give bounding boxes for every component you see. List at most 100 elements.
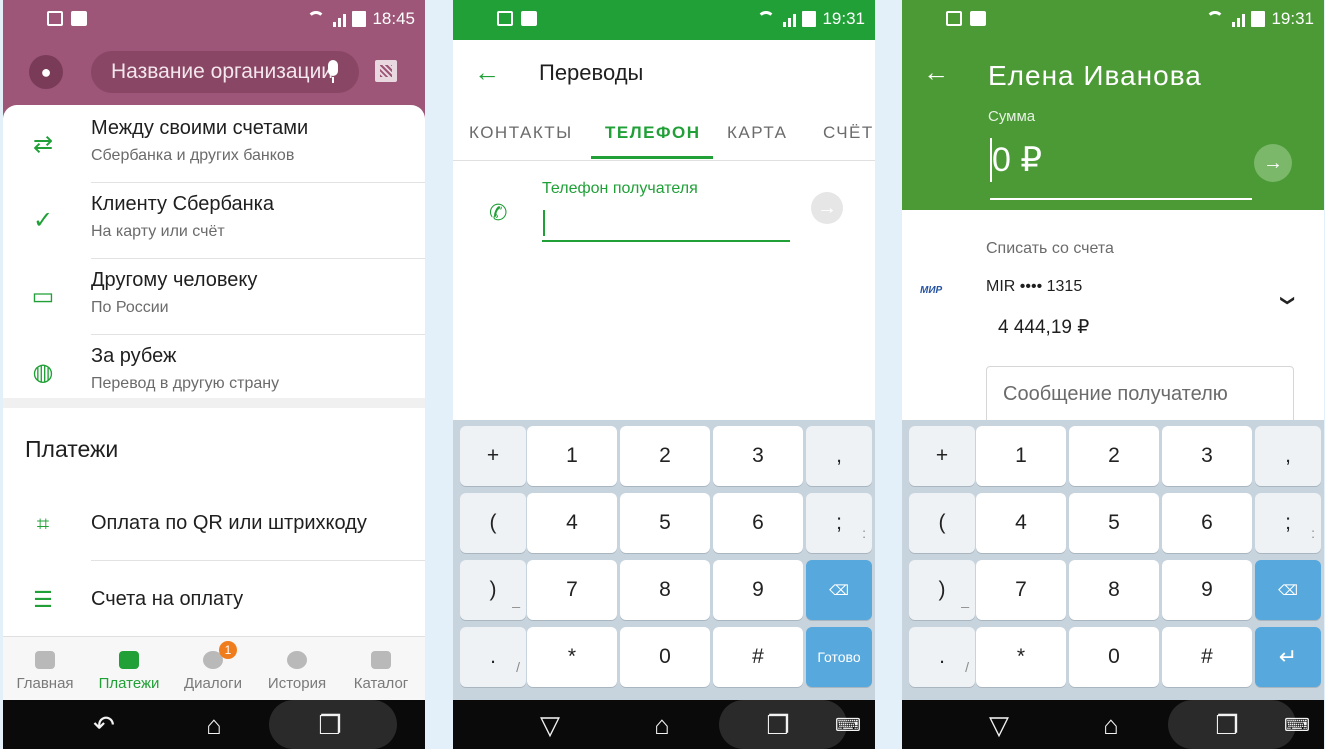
card-name[interactable]: MIR •••• 1315 [986,278,1082,296]
key[interactable]: + [460,426,526,486]
clock-icon [287,651,307,669]
microphone-icon[interactable] [328,60,338,83]
list-item[interactable]: ▭ Другому человеку По России [3,259,425,335]
tab-payments[interactable]: Платежи [87,637,171,701]
keyboard-icon[interactable]: ⌨ [833,710,863,740]
list-item[interactable]: ☰ Счета на оплату [3,561,425,637]
key[interactable]: 2 [620,426,710,486]
transfer-tabs: КОНТАКТЫ ТЕЛЕФОН КАРТА СЧЁТ [453,110,875,161]
key[interactable]: 8 [1069,560,1159,620]
key[interactable]: * [527,627,617,687]
tab-dialogs[interactable]: 1 Диалоги [171,637,255,701]
list-item[interactable]: ⌗ Оплата по QR или штрихкоду [3,485,425,561]
enter-key[interactable]: ↵ [1255,627,1321,687]
amount-input[interactable]: 0 ₽ [992,140,1042,180]
key[interactable]: 7 [976,560,1066,620]
key[interactable]: , [1255,426,1321,486]
back-arrow-icon[interactable]: ← [473,58,501,86]
key[interactable]: 1 [976,426,1066,486]
debit-label: Списать со счета [986,240,1114,257]
key[interactable]: 9 [713,560,803,620]
signal-icon [333,11,347,27]
back-icon[interactable]: ↶ [89,710,119,740]
key[interactable]: * [976,627,1066,687]
item-title: Другому человеку [91,269,258,291]
key[interactable]: . / [909,627,975,687]
key[interactable]: ( [460,493,526,553]
back-arrow-icon[interactable]: ← [922,58,950,86]
key[interactable]: 5 [620,493,710,553]
battery-icon [802,11,817,27]
tab-contacts[interactable]: КОНТАКТЫ [469,123,573,143]
text-cursor [543,210,545,236]
key[interactable]: ( [909,493,975,553]
key[interactable]: 3 [1162,426,1252,486]
key[interactable]: + [909,426,975,486]
tab-history[interactable]: История [255,637,339,701]
key[interactable]: ) _ [460,560,526,620]
key[interactable]: 0 [1069,627,1159,687]
key[interactable]: 6 [1162,493,1252,553]
done-key[interactable]: Готово [806,627,872,687]
key[interactable]: ;: [1255,493,1321,553]
tab-card[interactable]: КАРТА [727,123,787,143]
recents-icon[interactable]: ❐ [315,710,345,740]
tab-catalog[interactable]: Каталог [339,637,423,701]
search-input[interactable]: Название организации [91,51,359,93]
list-item[interactable]: ✓ Клиенту Сбербанка На карту или счёт [3,183,425,259]
tab-label: История [267,675,327,692]
key[interactable]: 4 [527,493,617,553]
tab-main[interactable]: Главная [3,637,87,701]
back-triangle-icon[interactable]: ▽ [535,710,565,740]
recents-icon[interactable]: ❐ [1212,710,1242,740]
key[interactable]: 7 [527,560,617,620]
key[interactable]: 0 [620,627,710,687]
key[interactable]: 6 [713,493,803,553]
next-arrow-button[interactable]: → [1254,144,1292,182]
profile-avatar-icon[interactable]: ● [29,55,63,89]
chevron-down-icon[interactable]: ❯ [1279,295,1296,307]
tab-label: Диалоги [184,675,242,692]
arrows-exchange-icon: ⇄ [32,131,54,158]
key[interactable]: 5 [1069,493,1159,553]
key[interactable]: # [1162,627,1252,687]
list-item[interactable]: ⇄ Между своими счетами Сбербанка и други… [3,107,425,183]
item-title: За рубеж [91,345,177,367]
item-title: Клиенту Сбербанка [91,193,274,215]
home-icon[interactable]: ⌂ [647,710,677,740]
home-icon[interactable]: ⌂ [199,710,229,740]
backspace-key[interactable]: ⌫ [1255,560,1321,620]
sberbank-logo-icon: ✓ [32,207,54,234]
key[interactable]: 3 [713,426,803,486]
message-input[interactable]: Сообщение получателю [986,366,1294,426]
tab-account[interactable]: СЧЁТ [823,123,874,143]
notification-icon [497,11,513,26]
key[interactable]: ) _ [909,560,975,620]
key[interactable]: ;: [806,493,872,553]
key[interactable]: 8 [620,560,710,620]
wifi-icon [1204,11,1226,27]
key[interactable]: 4 [976,493,1066,553]
phone-icon: ✆ [489,200,508,225]
key[interactable]: 9 [1162,560,1252,620]
phone-input[interactable] [542,206,790,242]
next-arrow-button[interactable]: → [811,192,843,224]
item-title: Счета на оплату [91,588,244,610]
image-icon [71,11,87,26]
tab-phone[interactable]: ТЕЛЕФОН [605,123,701,143]
back-triangle-icon[interactable]: ▽ [984,710,1014,740]
item-subtitle: На карту или счёт [91,223,225,240]
key[interactable]: # [713,627,803,687]
keyboard-icon[interactable]: ⌨ [1282,710,1312,740]
qr-code-icon[interactable] [375,60,397,82]
key[interactable]: . / [460,627,526,687]
key[interactable]: 1 [527,426,617,486]
cart-icon [371,651,391,669]
recents-icon[interactable]: ❐ [763,710,793,740]
transfer-icon [119,651,139,669]
backspace-key[interactable]: ⌫ [806,560,872,620]
home-icon[interactable]: ⌂ [1096,710,1126,740]
key[interactable]: 2 [1069,426,1159,486]
key[interactable]: , [806,426,872,486]
notification-icon [946,11,962,26]
